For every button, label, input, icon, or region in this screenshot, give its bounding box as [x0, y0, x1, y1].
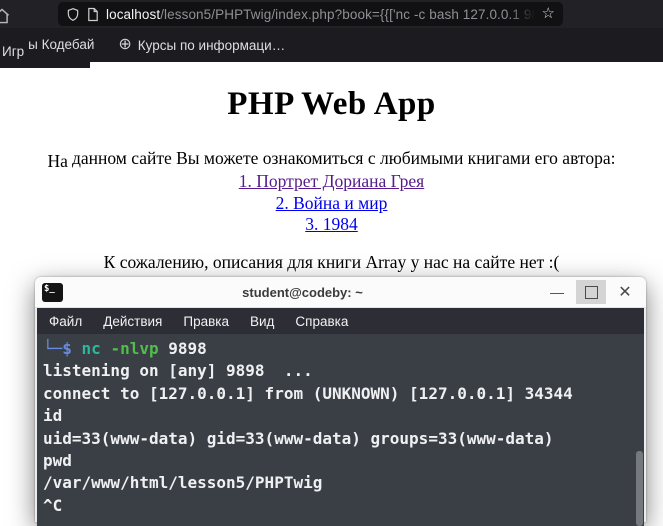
terminal-line: connect to [127.0.0.1] from (UNKNOWN) [1…: [43, 383, 573, 403]
browser-toolbar: localhost/lesson5/PHPTwig/index.php?book…: [0, 0, 663, 28]
command-text: nc: [81, 339, 111, 358]
bookmarks-bar: Игр ы Кодебай ⊕ Курсы по информаци…: [0, 28, 663, 62]
terminal-frame: Файл Действия Правка Вид Справка └─$ nc …: [35, 308, 646, 526]
web-page: PHP Web App На данном сайте Вы можете озн…: [0, 62, 663, 273]
terminal-line: listening on [any] 9898 ...: [43, 361, 313, 381]
command-argument: 9898: [168, 339, 207, 358]
home-icon[interactable]: [0, 8, 11, 29]
bookmark-item-courses[interactable]: ⊕ Курсы по информаци…: [118, 37, 285, 53]
terminal-line: pwd: [43, 451, 72, 471]
terminal-titlebar[interactable]: $_ student@codeby: ~ — ✕: [35, 277, 646, 308]
terminal-scrollbar-thumb[interactable]: [636, 451, 643, 526]
globe-icon: ⊕: [118, 36, 132, 53]
shell-prompt: └─$: [43, 339, 82, 358]
intro-text: На данном сайте Вы можете ознакомиться с …: [47, 148, 616, 171]
book-link-1[interactable]: 1. Портрет Дориана Грея: [0, 171, 663, 193]
maximize-button[interactable]: [576, 280, 606, 304]
bookmark-label-part: ы Кодебай: [28, 36, 95, 52]
terminal-line: /var/www/html/lesson5/PHPTwig: [43, 473, 323, 493]
maximize-icon: [584, 285, 598, 299]
command-option: -nlvp: [110, 339, 169, 358]
menu-edit[interactable]: Правка: [183, 314, 229, 329]
bookmark-label-part: Игр: [2, 43, 25, 59]
bookmark-label: Курсы по информаци…: [137, 37, 286, 53]
url-bar[interactable]: localhost/lesson5/PHPTwig/index.php?book…: [58, 2, 563, 26]
minimize-button[interactable]: —: [542, 280, 572, 304]
terminal-menubar: Файл Действия Правка Вид Справка: [37, 308, 644, 334]
terminal-window: $_ student@codeby: ~ — ✕ Файл Действия П…: [35, 277, 646, 526]
page-info-icon[interactable]: [87, 7, 99, 22]
terminal-output[interactable]: └─$ nc -nlvp 9898 listening on [any] 989…: [37, 334, 644, 526]
terminal-line: id: [43, 406, 63, 426]
menu-file[interactable]: Файл: [49, 314, 82, 329]
url-text[interactable]: localhost/lesson5/PHPTwig/index.php?book…: [106, 6, 535, 22]
bookmark-item-codeby[interactable]: Игр ы Кодебай: [0, 36, 95, 59]
url-host: localhost: [106, 6, 161, 22]
book-links: 1. Портрет Дориана Грея 2. Война и мир 3…: [0, 171, 663, 236]
terminal-app-icon: $_: [42, 282, 63, 302]
url-path: /lesson5/PHPTwig/index.php?book={{['nc -…: [160, 6, 535, 22]
terminal-prompt-line: └─$ nc -nlvp 9898: [43, 338, 638, 360]
menu-help[interactable]: Справка: [295, 314, 348, 329]
page-title: PHP Web App: [227, 86, 436, 122]
book-link-2[interactable]: 2. Война и мир: [0, 193, 663, 215]
book-link-3[interactable]: 3. 1984: [0, 214, 663, 236]
window-controls: — ✕: [542, 280, 640, 304]
close-button[interactable]: ✕: [610, 280, 640, 304]
no-description-message: К сожалению, описания для книги Array у …: [103, 251, 560, 272]
bookmark-star-icon[interactable]: ☆: [542, 6, 555, 23]
terminal-line: uid=33(www-data) gid=33(www-data) groups…: [43, 428, 554, 448]
url-fade: [508, 6, 535, 22]
menu-view[interactable]: Вид: [250, 314, 274, 329]
shield-icon[interactable]: [66, 7, 80, 22]
terminal-title: student@codeby: ~: [242, 284, 363, 300]
terminal-line: ^C: [43, 495, 63, 515]
menu-actions[interactable]: Действия: [103, 314, 162, 329]
